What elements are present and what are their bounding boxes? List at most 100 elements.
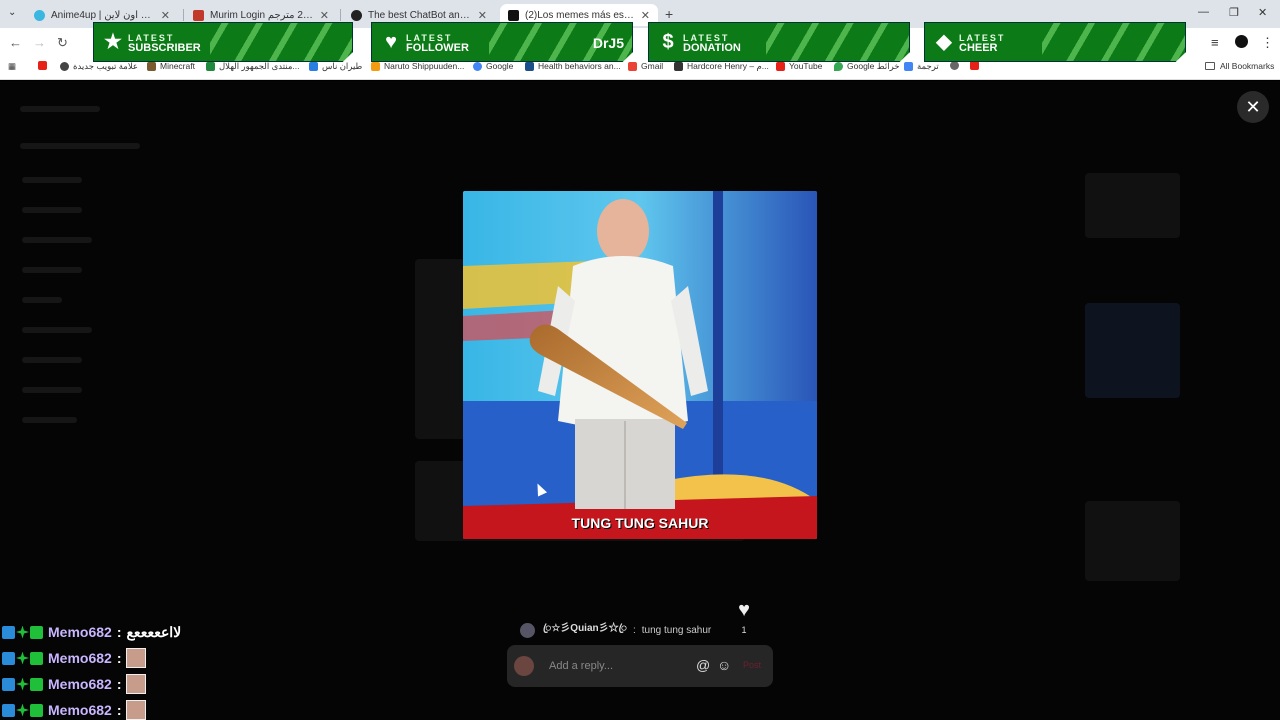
- commenter-avatar[interactable]: [520, 622, 535, 638]
- like-button[interactable]: ♥ 1: [732, 600, 756, 635]
- reload-icon[interactable]: ↻: [57, 35, 68, 51]
- bookmark-item[interactable]: طيران ناس: [309, 61, 362, 72]
- bookmark-item[interactable]: منتدى الجمهور الهلال...: [206, 61, 300, 72]
- youtube-icon: [970, 61, 979, 70]
- chat-message: Memo682 :: [2, 697, 181, 720]
- bookmark-item[interactable]: Hardcore Henry – م...: [674, 61, 769, 72]
- all-bookmarks-button[interactable]: All Bookmarks: [1205, 61, 1274, 71]
- avatar: [514, 656, 534, 676]
- dim-nav-item: [22, 297, 62, 303]
- tab-divider: [340, 9, 341, 21]
- close-icon[interactable]: ✕: [1237, 91, 1269, 123]
- diamond-icon: ◆: [936, 31, 952, 53]
- chat-emote: [126, 674, 147, 694]
- chat-separator: :: [116, 702, 122, 718]
- bookmark-item[interactable]: [970, 61, 983, 70]
- dim-thumbnail: [1085, 303, 1180, 398]
- chat-message: Memo682 :: [2, 671, 181, 697]
- bookmark-item[interactable]: Gmail: [628, 61, 663, 71]
- dollar-icon: $: [662, 31, 674, 53]
- bookmark-item[interactable]: Minecraft: [147, 61, 195, 71]
- chat-separator: :: [116, 650, 122, 666]
- tab-close-icon[interactable]: ✕: [478, 9, 487, 22]
- chat-separator: :: [116, 624, 122, 640]
- bookmark-label: منتدى الجمهور الهلال...: [219, 61, 300, 71]
- chat-emote: [126, 700, 147, 720]
- minimize-icon[interactable]: —: [1198, 6, 1209, 18]
- badge-icon: [2, 625, 15, 639]
- badge-icon: [2, 703, 15, 717]
- latest-cheer-alert: ◆ LATEST CHEER: [924, 22, 1186, 62]
- bookmark-item[interactable]: [38, 61, 51, 70]
- bookmark-item[interactable]: علامة تبويب جديدة: [60, 61, 138, 72]
- commenter-username[interactable]: ꦿ☆彡Quian彡☆ꦿ: [543, 619, 627, 641]
- badge-icon: [2, 677, 15, 691]
- emoji-icon[interactable]: ☺: [717, 657, 731, 673]
- chat-badges: [2, 651, 43, 665]
- at-icon[interactable]: @: [696, 657, 710, 673]
- badge-icon: [30, 651, 43, 665]
- bookmark-label: Minecraft: [160, 61, 195, 71]
- tab-close-icon[interactable]: ✕: [161, 9, 170, 22]
- alert-title: DONATION: [683, 42, 741, 54]
- meme-image[interactable]: TUNG TUNG SAHUR: [463, 191, 817, 539]
- chat-message: Memo682 :: [2, 645, 181, 671]
- bookmark-item[interactable]: Naruto Shippuuden...: [371, 61, 464, 71]
- tab-title: Anime4up | بي المترجم اون لاين: [51, 9, 155, 21]
- dim-thumbnail: [1085, 501, 1180, 581]
- bookmark-item[interactable]: Health behaviors an...: [525, 61, 621, 71]
- alert-title: SUBSCRIBER: [128, 42, 201, 54]
- back-icon[interactable]: ←: [9, 35, 22, 50]
- plus-icon[interactable]: +: [665, 6, 673, 22]
- forward-icon[interactable]: →: [33, 35, 46, 50]
- badge-icon: [2, 651, 15, 665]
- reply-input[interactable]: [549, 657, 689, 675]
- bookmark-favicon: [525, 61, 534, 71]
- badge-icon: [30, 625, 43, 639]
- translate-icon: [904, 62, 913, 71]
- tab-search-icon[interactable]: ⌄: [8, 7, 16, 18]
- apps-grid-icon[interactable]: ▦: [8, 61, 16, 72]
- dim-nav-item: [22, 417, 77, 423]
- bookmark-item[interactable]: Google خرائط: [834, 61, 900, 72]
- bookmark-item[interactable]: YouTube: [776, 61, 822, 71]
- heart-icon: ♥: [738, 599, 750, 621]
- menu-kebab-icon[interactable]: ⋮: [1261, 35, 1274, 51]
- bookmark-label: Google خرائط: [847, 61, 900, 71]
- restore-icon[interactable]: ❐: [1229, 6, 1239, 19]
- badge-icon: [30, 677, 43, 691]
- bookmark-label: علامة تبويب جديدة: [73, 61, 139, 71]
- gmail-icon: [628, 61, 637, 71]
- tab-title: The best ChatBot and Widgets: [368, 9, 472, 21]
- tab-favicon: [193, 9, 204, 21]
- media-controls-icon[interactable]: ≡: [1211, 35, 1219, 50]
- latest-follower-alert: ♥ LATEST FOLLOWER DrJ5: [371, 22, 633, 62]
- heart-icon: ♥: [385, 31, 397, 53]
- stream-chat: Memo682 : لااعععععع Memo682 : Memo682 :: [2, 619, 181, 720]
- bookmark-item[interactable]: [950, 61, 963, 70]
- tiktok-favicon: [508, 9, 519, 21]
- meme-illustration: [463, 191, 817, 539]
- meme-caption: TUNG TUNG SAHUR: [571, 515, 709, 531]
- chat-text: لااعععععع: [126, 623, 182, 640]
- alert-title: CHEER: [959, 42, 998, 54]
- window-close-icon[interactable]: ✕: [1258, 6, 1267, 19]
- badge-icon: [30, 703, 43, 717]
- chat-username: Memo682: [48, 702, 112, 718]
- youtube-icon: [38, 61, 47, 70]
- chat-badges: [2, 625, 43, 639]
- dim-nav-item: [22, 177, 82, 183]
- bookmark-item[interactable]: Google: [473, 61, 513, 71]
- tab-close-icon[interactable]: ✕: [320, 9, 329, 22]
- bookmark-favicon: [60, 62, 69, 71]
- bookmark-label: Hardcore Henry – م...: [687, 61, 769, 71]
- dim-nav-item: [22, 387, 82, 393]
- tab-close-icon[interactable]: ✕: [641, 9, 650, 22]
- profile-avatar[interactable]: [1235, 35, 1248, 48]
- bookmark-item[interactable]: ترجمة: [904, 61, 939, 72]
- chat-username: Memo682: [48, 624, 112, 640]
- post-button[interactable]: Post: [743, 660, 761, 670]
- chat-username: Memo682: [48, 650, 112, 666]
- alert-stripes: [1042, 23, 1185, 61]
- tab-title: Murim Login الفصل 229 مترجم: [210, 9, 314, 21]
